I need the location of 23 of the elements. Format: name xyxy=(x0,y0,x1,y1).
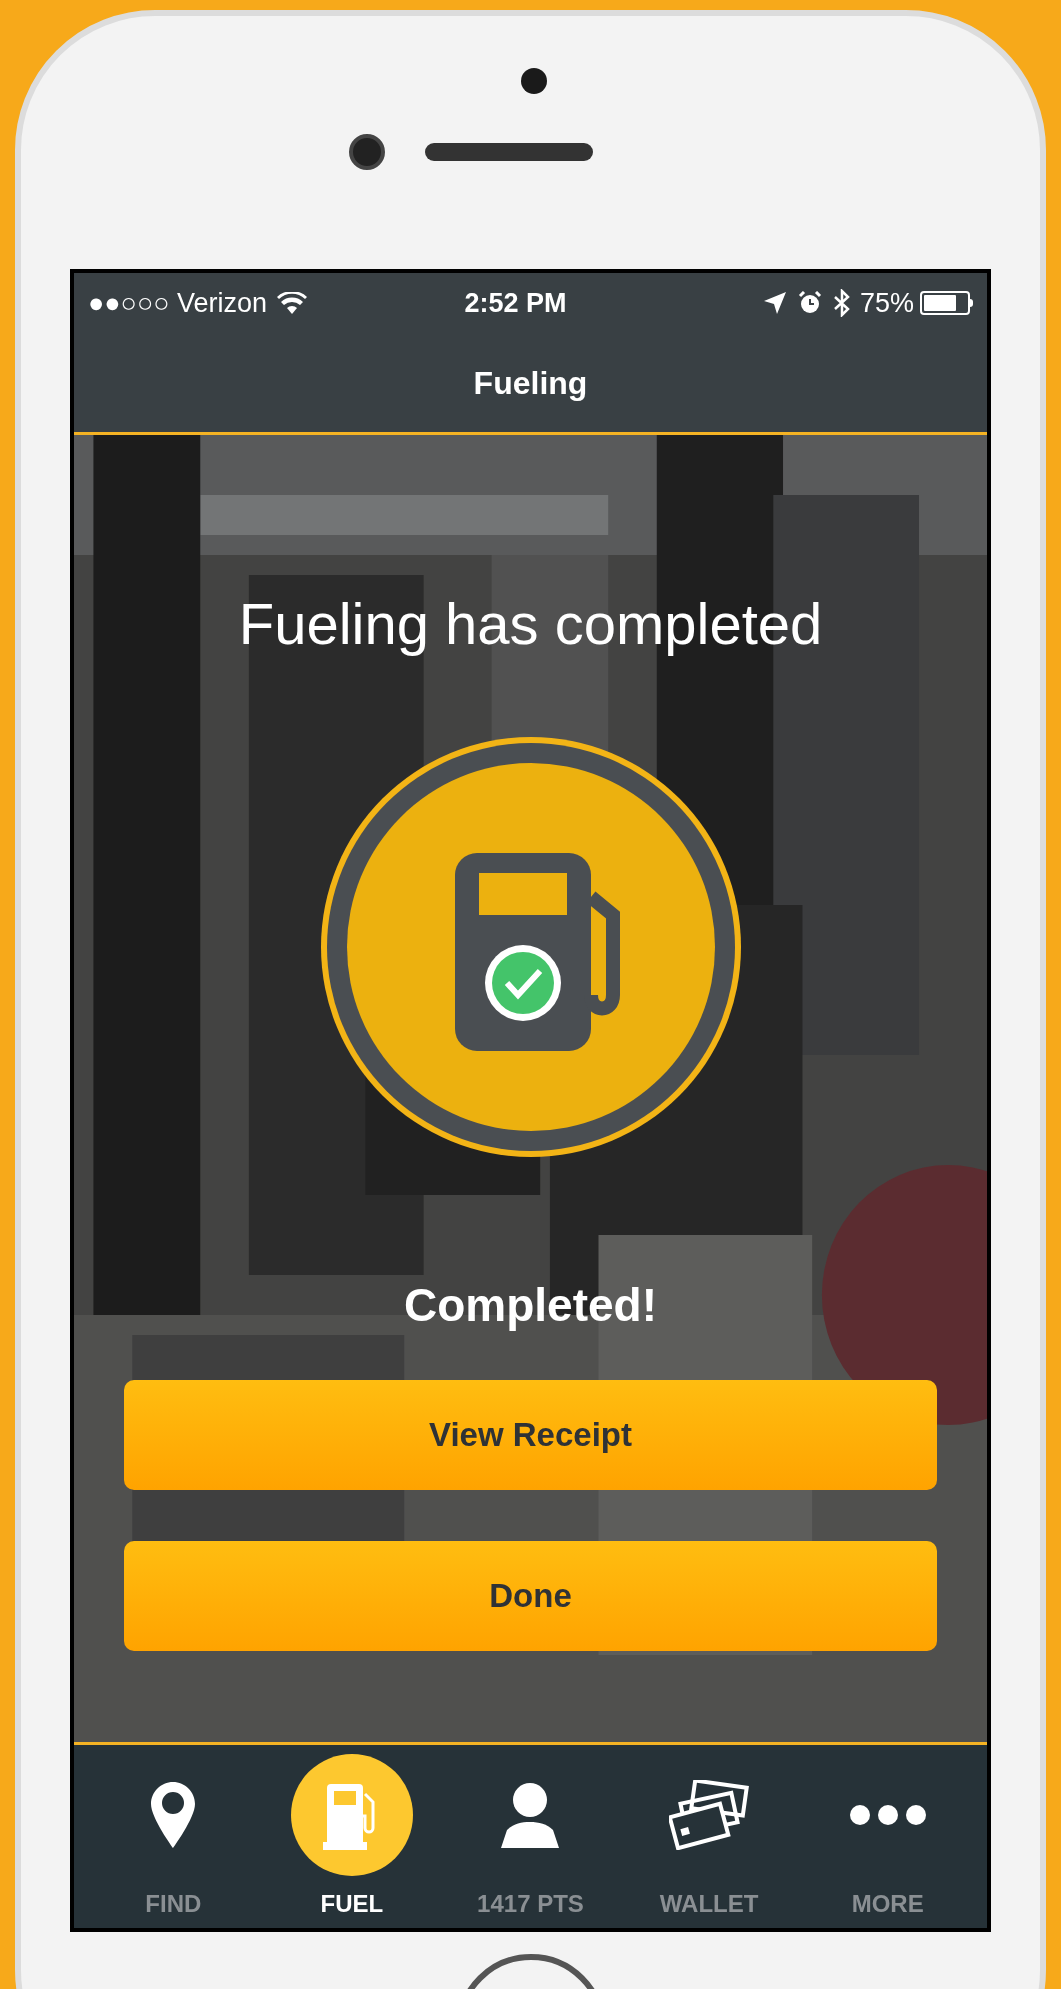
completed-status: Completed! xyxy=(404,1278,657,1333)
nav-title: Fueling xyxy=(473,363,588,403)
tab-bar-item[interactable]: MORE xyxy=(798,1745,977,1928)
action-button[interactable]: View Receipt xyxy=(124,1380,937,1490)
tab-bar-item[interactable]: FIND xyxy=(84,1745,263,1928)
tab-bar-item[interactable]: WALLET xyxy=(619,1745,799,1928)
tab-bar-item[interactable]: 1417 PTS xyxy=(441,1745,620,1928)
battery-percent: 75% xyxy=(859,286,914,320)
tab-bar-item[interactable]: FUEL xyxy=(262,1745,442,1928)
wifi-icon xyxy=(277,292,308,314)
map-pin-icon xyxy=(151,1782,196,1848)
alarm-clock-icon xyxy=(797,291,822,315)
fuel-pump-check-icon xyxy=(318,735,743,1159)
completion-heading: Fueling has completed xyxy=(238,590,823,658)
more-dots-icon xyxy=(848,1804,927,1826)
location-arrow-icon xyxy=(763,292,786,314)
carrier-text: ●●○○○ Verizon xyxy=(88,286,268,320)
time-text: 2:52 PM xyxy=(464,286,567,320)
bluetooth-icon xyxy=(833,289,850,317)
credit-cards-icon xyxy=(669,1780,750,1850)
battery-icon xyxy=(920,291,973,315)
action-button[interactable]: Done xyxy=(124,1541,937,1651)
front-camera xyxy=(348,134,385,170)
